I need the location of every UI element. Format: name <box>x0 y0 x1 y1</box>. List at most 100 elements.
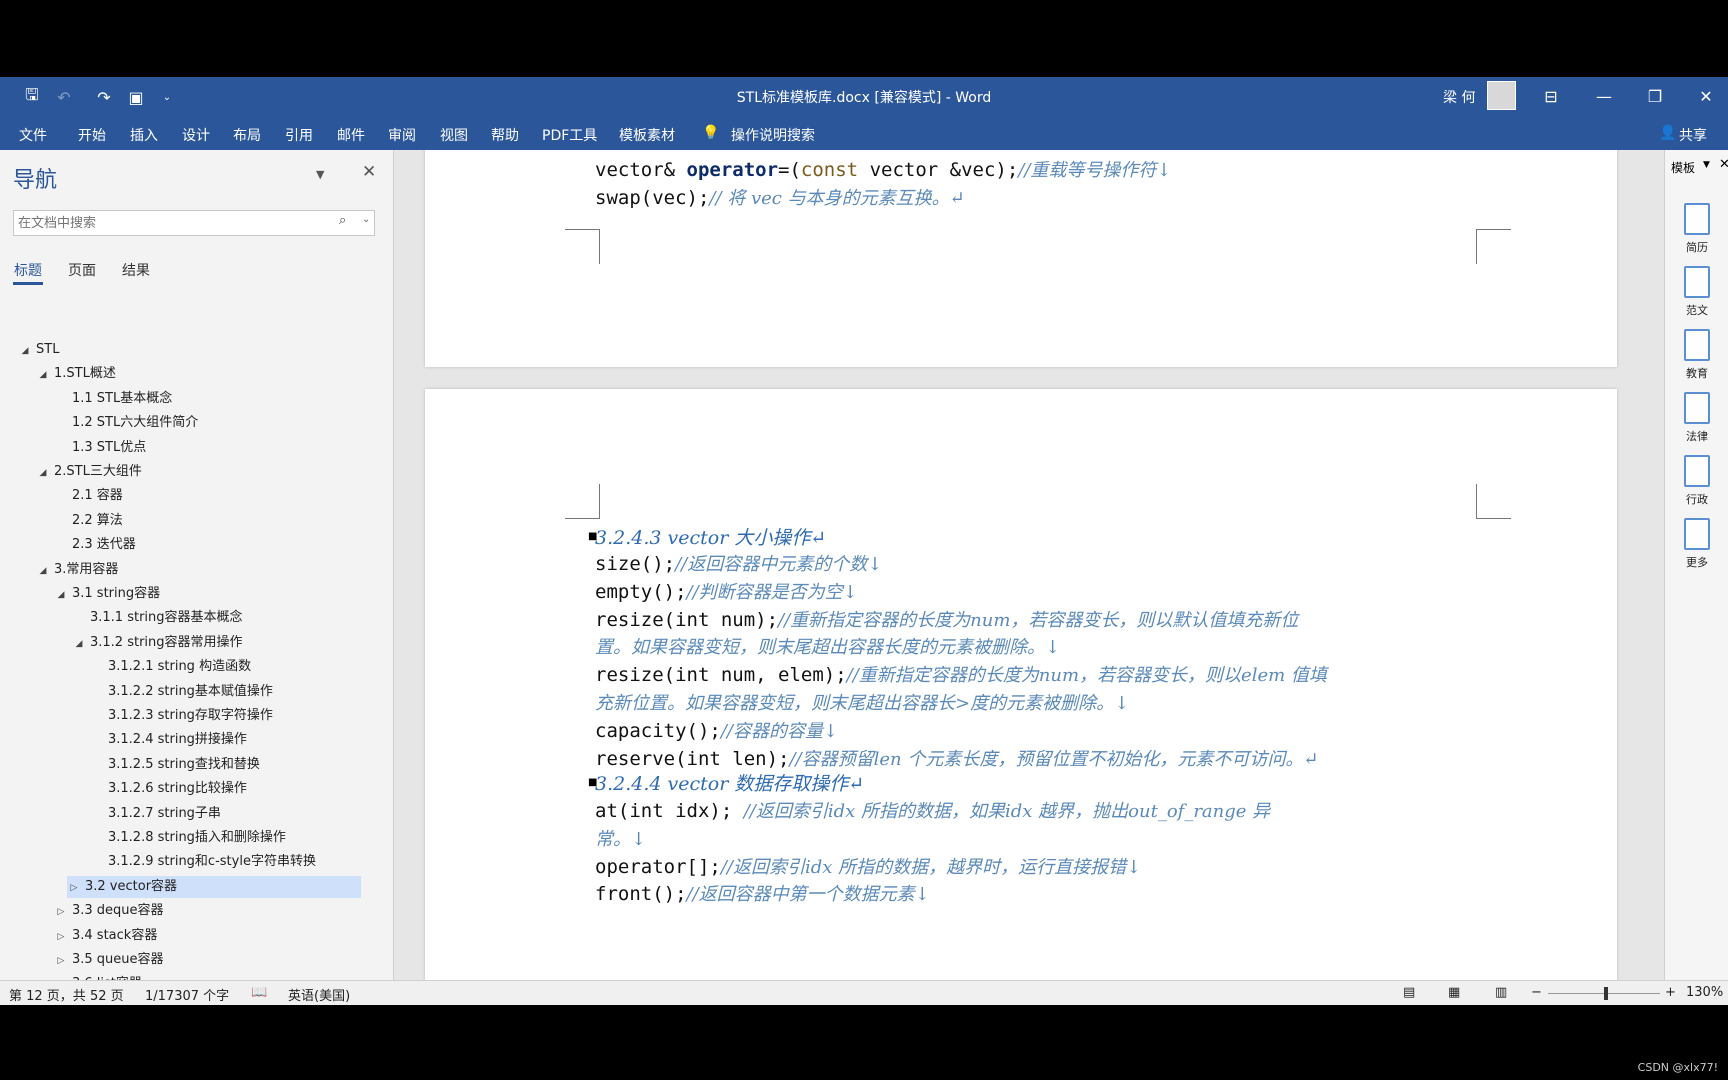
tab-file[interactable]: 文件 <box>19 125 47 145</box>
tell-me-search[interactable]: 操作说明搜索 <box>731 125 815 145</box>
document-page: vector& operator=(const vector &vec);//重… <box>425 150 1617 367</box>
collapse-triangle-icon[interactable]: ◢ <box>36 560 50 582</box>
nav-search-box[interactable]: ⌕ ⌄ <box>13 210 375 236</box>
tab-insert[interactable]: 插入 <box>130 125 158 145</box>
nav-heading-item[interactable]: ◢ 1.STL概述 <box>36 363 116 385</box>
collapse-triangle-icon[interactable]: ◢ <box>72 633 86 655</box>
nav-heading-item[interactable]: 3.1.2.5 string查找和替换 <box>90 754 260 776</box>
restore-icon[interactable]: ❐ <box>1635 83 1675 111</box>
tab-references[interactable]: 引用 <box>285 125 313 145</box>
nav-heading-item[interactable]: ◢ 3.1 string容器 <box>54 583 161 606</box>
expand-triangle-icon[interactable]: ▷ <box>54 950 68 972</box>
template-pane-title[interactable]: 模板 <box>1671 159 1695 176</box>
tab-headings[interactable]: 标题 <box>14 260 42 280</box>
expand-triangle-icon[interactable]: ▷ <box>54 901 68 923</box>
nav-heading-item[interactable]: ▷ 3.5 queue容器 <box>54 949 164 971</box>
nav-heading-label: 3.常用容器 <box>54 561 119 577</box>
code-line: capacity();//容器的容量↓ <box>595 719 839 742</box>
tab-results[interactable]: 结果 <box>122 260 150 280</box>
print-layout-icon[interactable]: ▦ <box>1448 985 1460 1000</box>
active-tab-indicator <box>13 282 43 285</box>
search-dropdown-icon[interactable]: ⌄ <box>362 214 370 225</box>
template-education[interactable]: 教育 <box>1665 329 1728 381</box>
nav-heading-label: 1.1 STL基本概念 <box>72 390 173 406</box>
nav-heading-item[interactable]: 3.1.2.1 string 构造函数 <box>90 656 251 678</box>
tab-pages[interactable]: 页面 <box>68 260 96 280</box>
zoom-in-icon[interactable]: + <box>1665 985 1676 1000</box>
zoom-slider-thumb[interactable] <box>1604 987 1608 1000</box>
zoom-out-icon[interactable]: − <box>1531 985 1542 1000</box>
tab-home[interactable]: 开始 <box>78 125 106 145</box>
nav-heading-item[interactable]: 1.1 STL基本概念 <box>54 388 172 410</box>
tab-design[interactable]: 设计 <box>182 125 210 145</box>
nav-heading-item[interactable]: ◢ 3.常用容器 <box>36 559 119 582</box>
close-icon[interactable]: ✕ <box>1686 83 1726 111</box>
crop-mark <box>1476 229 1511 264</box>
code-line: 常。↓ <box>595 828 647 850</box>
expand-triangle-icon[interactable]: ▷ <box>67 877 81 899</box>
collapse-triangle-icon[interactable]: ◢ <box>54 584 68 606</box>
web-layout-icon[interactable]: ▥ <box>1495 985 1507 1000</box>
collapse-triangle-icon[interactable]: ◢ <box>18 340 32 362</box>
lightbulb-icon: 💡 <box>702 125 720 141</box>
nav-heading-item[interactable]: 3.1.2.8 string插入和删除操作 <box>90 827 286 849</box>
tab-mailings[interactable]: 邮件 <box>337 125 365 145</box>
template-resume[interactable]: 简历 <box>1665 203 1728 255</box>
code-line: vector& operator=(const vector &vec);//重… <box>595 159 1172 181</box>
nav-heading-item[interactable]: ▷ 3.2 vector容器 <box>67 875 361 899</box>
tab-pdf-tools[interactable]: PDF工具 <box>542 125 597 145</box>
more-icon <box>1684 518 1710 550</box>
nav-heading-item[interactable]: 2.3 迭代器 <box>54 534 136 556</box>
nav-heading-item[interactable]: 3.1.2.9 string和c-style字符串转换 <box>90 851 316 873</box>
tab-templates[interactable]: 模板素材 <box>619 125 675 145</box>
template-admin[interactable]: 行政 <box>1665 455 1728 507</box>
crop-mark <box>1476 484 1511 519</box>
user-name[interactable]: 梁 何 <box>1443 87 1475 107</box>
tab-view[interactable]: 视图 <box>440 125 468 145</box>
language[interactable]: 英语(美国) <box>288 985 350 1004</box>
template-law[interactable]: 法律 <box>1665 392 1728 444</box>
nav-heading-item[interactable]: ◢ STL <box>18 339 60 362</box>
nav-heading-item[interactable]: 3.1.2.3 string存取字符操作 <box>90 705 273 727</box>
nav-heading-item[interactable]: 1.3 STL优点 <box>54 437 146 459</box>
collapse-triangle-icon[interactable]: ◢ <box>36 364 50 386</box>
nav-heading-item[interactable]: ◢ 2.STL三大组件 <box>36 461 142 483</box>
nav-heading-item[interactable]: 3.1.2.6 string比较操作 <box>90 778 247 800</box>
tab-layout[interactable]: 布局 <box>233 125 261 145</box>
zoom-level[interactable]: 130% <box>1686 985 1723 1000</box>
nav-heading-item[interactable]: ▷ 3.4 stack容器 <box>54 925 158 948</box>
word-count[interactable]: 1/17307 个字 <box>145 985 229 1004</box>
nav-options-icon[interactable]: ▼ <box>316 168 324 181</box>
template-dropdown-icon[interactable]: ▼ <box>1703 160 1710 170</box>
nav-heading-item[interactable]: 2.1 容器 <box>54 485 123 507</box>
share-icon[interactable]: 👤 <box>1659 125 1676 141</box>
read-mode-icon[interactable]: ▤ <box>1403 985 1415 1000</box>
nav-heading-item[interactable]: ▷ 3.3 deque容器 <box>54 900 164 922</box>
nav-heading-item[interactable]: 2.2 算法 <box>54 510 123 532</box>
nav-heading-item[interactable]: 1.2 STL六大组件简介 <box>54 412 198 434</box>
nav-heading-item[interactable]: 3.1.2.4 string拼接操作 <box>90 729 247 751</box>
collapse-triangle-icon[interactable]: ◢ <box>36 462 50 484</box>
minimize-icon[interactable]: — <box>1584 83 1624 111</box>
avatar[interactable] <box>1487 81 1516 110</box>
heading-access-ops[interactable]: 3.2.4.4 vector 数据存取操作↵ <box>595 769 864 796</box>
tab-help[interactable]: 帮助 <box>491 125 519 145</box>
nav-search-input[interactable] <box>16 212 330 234</box>
page-count[interactable]: 第 12 页，共 52 页 <box>9 985 124 1004</box>
nav-close-icon[interactable]: ✕ <box>362 162 376 182</box>
template-essay[interactable]: 范文 <box>1665 266 1728 318</box>
template-close-icon[interactable]: ✕ <box>1719 157 1728 172</box>
nav-heading-item[interactable]: 3.1.2.2 string基本赋值操作 <box>90 681 273 703</box>
heading-size-ops[interactable]: 3.2.4.3 vector 大小操作↵ <box>595 523 826 550</box>
nav-heading-label: 3.1.2.5 string查找和替换 <box>108 756 260 772</box>
template-more[interactable]: 更多 <box>1665 518 1728 570</box>
search-icon[interactable]: ⌕ <box>339 213 346 228</box>
share-button[interactable]: 共享 <box>1679 125 1707 145</box>
nav-heading-item[interactable]: ◢ 3.1.2 string容器常用操作 <box>72 632 243 654</box>
proofing-icon[interactable]: 📖 <box>251 985 267 1000</box>
nav-heading-item[interactable]: 3.1.2.7 string子串 <box>90 803 221 825</box>
nav-heading-item[interactable]: 3.1.1 string容器基本概念 <box>72 607 243 629</box>
ribbon-display-icon[interactable]: ⊟ <box>1531 83 1571 111</box>
tab-review[interactable]: 审阅 <box>388 125 416 145</box>
expand-triangle-icon[interactable]: ▷ <box>54 926 68 948</box>
